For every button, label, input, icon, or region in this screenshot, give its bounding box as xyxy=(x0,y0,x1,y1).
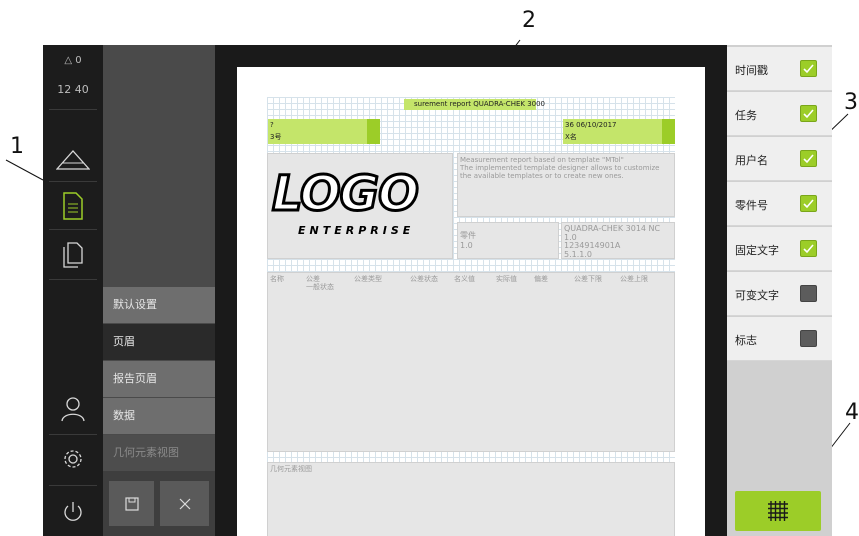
clock: 12 40 xyxy=(57,83,89,96)
callout-3: 3 xyxy=(844,90,858,115)
nav-settings-button[interactable] xyxy=(43,436,103,482)
option-logo-checkbox[interactable] xyxy=(800,330,817,347)
power-icon xyxy=(64,502,82,521)
report-submenu: 默认设置 页眉 报告页眉 数据 几何元素视图 xyxy=(103,45,215,536)
info-text: Measurement report based on template "MT… xyxy=(460,156,660,180)
submenu-data[interactable]: 数据 xyxy=(103,398,215,434)
col-upper-limit: 公差上限 xyxy=(620,275,648,283)
close-icon xyxy=(179,498,190,509)
option-task-checkbox[interactable] xyxy=(800,105,817,122)
option-part-number[interactable]: 零件号 xyxy=(727,182,832,226)
header-options-panel: 时间戳 任务 用户名 零件号 固定文字 可变文字 标志 xyxy=(727,45,832,536)
measurement-table[interactable]: 名称 公差 一般状态 公差类型 公差状态 名义值 实际值 偏差 公差下限 公差上… xyxy=(267,272,675,452)
col-tolerance-status: 公差状态 xyxy=(410,275,438,283)
option-fixed-text[interactable]: 固定文字 xyxy=(727,227,832,271)
col-actual: 实际值 xyxy=(496,275,517,283)
save-button[interactable] xyxy=(109,481,154,526)
geometry-view-label: 几何元素视图 xyxy=(270,465,312,473)
option-timestamp[interactable]: 时间戳 xyxy=(727,47,832,91)
grid-toggle-button[interactable] xyxy=(735,491,821,531)
part-info-block[interactable]: 零件 1.0 xyxy=(457,222,559,259)
option-part-number-label: 零件号 xyxy=(735,199,768,212)
option-logo[interactable]: 标志 xyxy=(727,317,832,361)
option-task[interactable]: 任务 xyxy=(727,92,832,136)
callout-2: 2 xyxy=(522,8,536,33)
part-info-text: 零件 1.0 xyxy=(460,231,476,250)
report-icon xyxy=(63,192,83,220)
task-value: ? xyxy=(270,121,274,129)
check-icon xyxy=(803,244,814,254)
nav-measure-button[interactable] xyxy=(43,137,103,183)
save-icon xyxy=(124,496,139,511)
check-icon xyxy=(803,199,814,209)
cancel-button[interactable] xyxy=(160,481,209,526)
option-username-label: 用户名 xyxy=(735,154,768,167)
files-icon xyxy=(63,242,83,268)
warning-status: △ 0 xyxy=(43,55,103,66)
report-preview-area: surement report QUADRA-CHEK 3000 ? 3号 36… xyxy=(215,45,727,536)
option-variable-text-label: 可变文字 xyxy=(735,289,779,302)
device-info-text: QUADRA-CHEK 3014 NC 1.0 1234914901A 5.1.… xyxy=(564,224,661,259)
warning-icon: △ xyxy=(64,55,73,66)
option-fixed-text-checkbox[interactable] xyxy=(800,240,817,257)
logo-block[interactable]: LOGO ENTERPRISE xyxy=(267,153,453,259)
nav-files-button[interactable] xyxy=(43,232,103,278)
check-icon xyxy=(803,109,814,119)
col-deviation: 偏差 xyxy=(534,275,548,283)
option-variable-text-checkbox[interactable] xyxy=(800,285,817,302)
submenu-report-header[interactable]: 报告页眉 xyxy=(103,361,215,397)
username-value: X名 xyxy=(565,133,577,141)
nav-power-button[interactable] xyxy=(43,489,103,535)
option-fixed-text-label: 固定文字 xyxy=(735,244,779,257)
settings-icon xyxy=(64,450,82,468)
check-icon xyxy=(803,64,814,74)
info-text-block[interactable]: Measurement report based on template "MT… xyxy=(457,153,675,217)
col-name: 名称 xyxy=(270,275,284,283)
option-username-checkbox[interactable] xyxy=(800,150,817,167)
submenu-default-settings[interactable]: 默认设置 xyxy=(103,287,215,323)
part-value: 3号 xyxy=(270,133,282,141)
callout-1: 1 xyxy=(10,134,24,159)
option-logo-label: 标志 xyxy=(735,334,757,347)
main-navigation: △ 0 12 40 xyxy=(43,45,103,536)
option-timestamp-checkbox[interactable] xyxy=(800,60,817,77)
option-task-label: 任务 xyxy=(735,109,757,122)
option-timestamp-label: 时间戳 xyxy=(735,64,768,77)
option-part-number-checkbox[interactable] xyxy=(800,195,817,212)
col-tolerance-type: 公差类型 xyxy=(354,275,382,283)
logo-text: LOGO xyxy=(271,166,421,222)
nav-report-button[interactable] xyxy=(43,183,103,229)
col-nominal: 名义值 xyxy=(454,275,475,283)
measure-icon xyxy=(56,150,90,170)
task-field[interactable]: ? 3号 xyxy=(268,119,380,144)
warning-count: 0 xyxy=(75,55,82,66)
option-username[interactable]: 用户名 xyxy=(727,137,832,181)
option-variable-text[interactable]: 可变文字 xyxy=(727,272,832,316)
callout-4: 4 xyxy=(845,400,859,425)
report-page: surement report QUADRA-CHEK 3000 ? 3号 36… xyxy=(237,67,705,536)
submenu-geometry-view: 几何元素视图 xyxy=(103,435,215,471)
report-title: surement report QUADRA-CHEK 3000 xyxy=(414,100,546,108)
submenu-actions xyxy=(103,471,215,536)
col-lower-limit: 公差下限 xyxy=(574,275,602,283)
user-icon xyxy=(61,397,85,422)
geometry-view-block[interactable]: 几何元素视图 xyxy=(267,462,675,536)
timestamp-field[interactable]: 36 06/10/2017 X名 xyxy=(563,119,675,144)
check-icon xyxy=(803,154,814,164)
col-tolerance: 公差 一般状态 xyxy=(306,275,334,291)
logo-subtext: ENTERPRISE xyxy=(298,224,415,237)
device-info-block[interactable]: QUADRA-CHEK 3014 NC 1.0 1234914901A 5.1.… xyxy=(561,222,675,259)
nav-user-button[interactable] xyxy=(43,386,103,432)
grid-icon xyxy=(768,501,788,521)
timestamp-value: 36 06/10/2017 xyxy=(565,121,617,129)
report-title-field[interactable]: surement report QUADRA-CHEK 3000 xyxy=(404,99,545,110)
submenu-header[interactable]: 页眉 xyxy=(103,324,215,360)
